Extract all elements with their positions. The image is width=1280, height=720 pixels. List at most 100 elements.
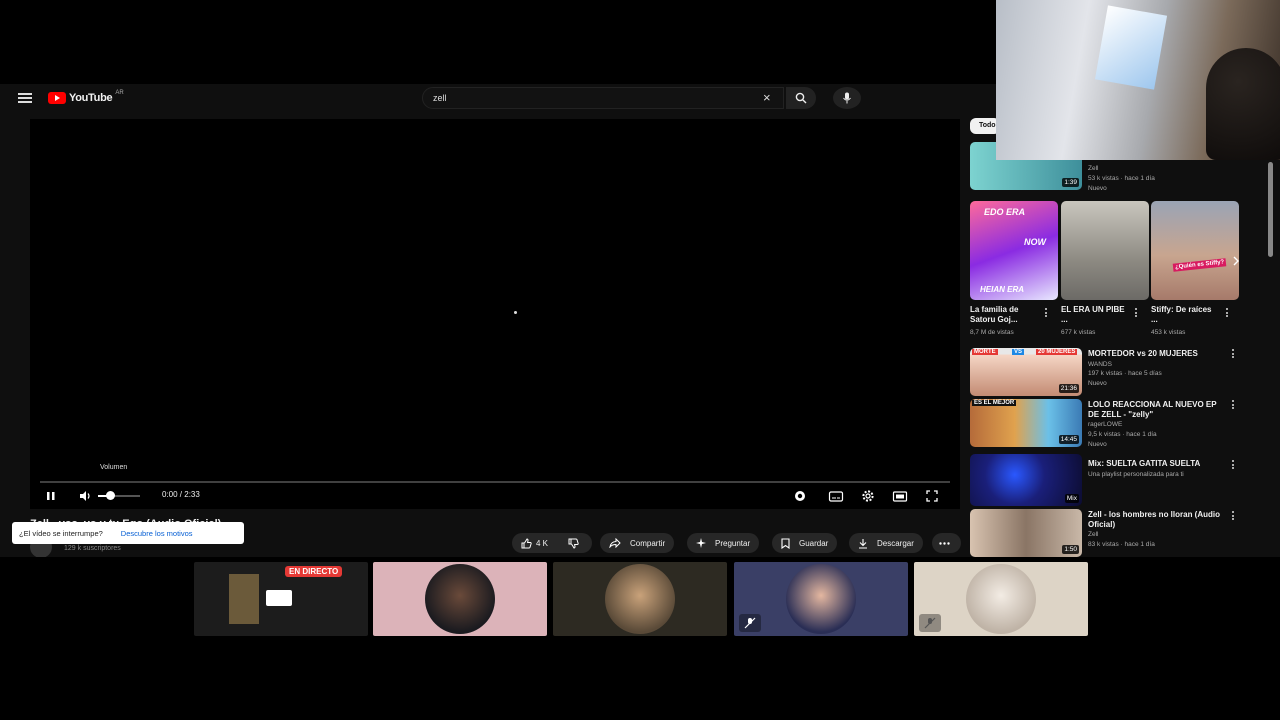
video-title[interactable]: MORTEDOR vs 20 MUJERES [1088, 349, 1223, 359]
video-title[interactable]: Zell - los hombres no lloran (Audio Ofic… [1088, 510, 1223, 530]
ask-label: Preguntar [715, 538, 751, 548]
short-views: 677 k vistas [1061, 329, 1096, 336]
save-label: Guardar [799, 538, 829, 548]
ask-button[interactable]: Preguntar [687, 533, 760, 553]
mix-thumbnail[interactable]: Mix [970, 454, 1082, 506]
youtube-logo[interactable]: YouTube AR [48, 90, 124, 104]
share-icon [609, 538, 621, 548]
live-badge: EN DIRECTO [285, 566, 343, 577]
fullscreen-icon[interactable] [925, 489, 939, 503]
pause-icon[interactable] [45, 489, 57, 503]
more-vertical-icon[interactable] [1226, 308, 1229, 319]
short-thumbnail[interactable] [1061, 201, 1149, 300]
thumb-text: ¿Quién es Stiffy? [1172, 258, 1227, 272]
short-views: 453 k vistas [1151, 329, 1186, 336]
thumb-text: VS [1012, 349, 1025, 355]
volume-icon[interactable] [78, 489, 92, 503]
thumb-text: EDO ERA [984, 207, 1026, 217]
settings-gear-icon[interactable] [861, 489, 875, 503]
short-title[interactable]: EL ERA UN PIBE ... [1061, 305, 1129, 325]
thumbs-up-icon [521, 537, 532, 548]
new-badge: Nuevo [1088, 441, 1107, 448]
new-badge: Nuevo [1088, 185, 1107, 192]
country-code: AR [115, 90, 124, 96]
thumb-text: HEIAN ERA [980, 285, 1025, 294]
avatar [425, 564, 495, 634]
video-meta: 9,5 k vistas · hace 1 día [1088, 431, 1157, 438]
bookmark-icon [781, 537, 790, 549]
download-button[interactable]: Descargar [849, 533, 923, 553]
share-label: Compartir [630, 538, 666, 548]
avatar [966, 564, 1036, 634]
avatar [605, 564, 675, 634]
channel-name: WANDS [1088, 361, 1112, 368]
youtube-play-icon [48, 92, 66, 104]
progress-bar[interactable] [40, 481, 950, 483]
short-title[interactable]: La familia de Satoru Goj... [970, 305, 1038, 325]
channel-name: Zell [1088, 531, 1099, 538]
autoplay-toggle-icon[interactable] [794, 489, 806, 503]
short-title[interactable]: Stiffy: De raíces ... [1151, 305, 1219, 325]
subscriber-count: 129 k suscriptores [64, 545, 121, 552]
video-meta: 197 k vistas · hace 5 días [1088, 370, 1162, 377]
clear-search-icon[interactable]: × [763, 90, 771, 105]
popup-link[interactable]: Descubre los motivos [121, 529, 193, 538]
short-thumbnail[interactable]: EDO ERA NOW HEIAN ERA [970, 201, 1058, 300]
chevron-right-icon[interactable] [1232, 256, 1240, 266]
video-thumbnail[interactable]: 1:50 [970, 509, 1082, 557]
participant-tile[interactable] [914, 562, 1088, 636]
thumbs-down-icon[interactable] [568, 538, 579, 549]
share-button[interactable]: Compartir [600, 533, 675, 553]
search-input[interactable]: zell [422, 87, 784, 109]
video-player[interactable]: Volumen 0:00 / 2:33 [30, 119, 960, 509]
video-meta: 83 k vistas · hace 1 día [1088, 541, 1155, 548]
video-title[interactable]: LOLO REACCIONA AL NUEVO EP DE ZELL - "ze… [1088, 400, 1223, 420]
muted-microphone-icon [919, 614, 941, 632]
subtitles-icon[interactable] [828, 489, 844, 503]
popup-question: ¿El vídeo se interrumpe? [19, 528, 103, 538]
more-vertical-icon[interactable] [1135, 308, 1138, 319]
scrollbar[interactable] [1268, 162, 1273, 257]
time-display: 0:00 / 2:33 [162, 490, 200, 499]
channel-name: Zell [1088, 165, 1099, 172]
volume-slider[interactable] [98, 495, 140, 497]
video-title[interactable]: Mix: SUELTA GATITA SUELTA [1088, 459, 1223, 469]
like-button[interactable]: 4 K [521, 537, 549, 549]
mix-description: Una playlist personalizada para ti [1088, 471, 1184, 478]
thumb-text: ES EL MEJOR [972, 400, 1017, 406]
thumb-text: 20 MUJERES [1036, 349, 1078, 355]
participant-tile[interactable] [734, 562, 908, 636]
thumb-text: MORTE [972, 349, 998, 355]
muted-microphone-icon [739, 614, 761, 632]
volume-knob[interactable] [106, 491, 115, 500]
save-button[interactable]: Guardar [772, 533, 838, 553]
mix-badge: Mix [1064, 494, 1079, 503]
more-vertical-icon[interactable] [1232, 349, 1235, 360]
hanging-flag [1094, 5, 1168, 90]
logo-text: YouTube [69, 92, 113, 104]
short-thumbnail[interactable]: ¿Quién es Stiffy? [1151, 201, 1239, 300]
participant-tile[interactable] [373, 562, 547, 636]
search-button[interactable] [786, 87, 816, 109]
participant-tile[interactable] [553, 562, 727, 636]
more-vertical-icon[interactable] [1045, 308, 1048, 319]
thumb-text: NOW [1024, 237, 1046, 247]
video-thumbnail[interactable]: ES EL MEJOR 14:45 [970, 399, 1082, 447]
playback-issue-popup: ¿El vídeo se interrumpe? Descubre los mo… [12, 522, 244, 544]
menu-icon[interactable] [18, 93, 32, 103]
more-actions-button[interactable] [932, 533, 961, 553]
like-count: 4 K [536, 538, 549, 548]
video-thumbnail[interactable]: MORTE VS 20 MUJERES 21:36 [970, 348, 1082, 396]
more-vertical-icon[interactable] [1232, 511, 1235, 522]
theater-mode-icon[interactable] [892, 489, 908, 503]
webcam-feed [996, 0, 1280, 160]
voice-search-button[interactable] [833, 87, 861, 109]
microphone-icon [843, 92, 851, 104]
more-vertical-icon[interactable] [1232, 400, 1235, 411]
duration-badge: 1:39 [1062, 178, 1079, 187]
more-vertical-icon[interactable] [1232, 460, 1235, 471]
duration-badge: 21:36 [1058, 384, 1079, 393]
search-icon [795, 92, 807, 104]
avatar [786, 564, 856, 634]
short-views: 8,7 M de vistas [970, 329, 1014, 336]
